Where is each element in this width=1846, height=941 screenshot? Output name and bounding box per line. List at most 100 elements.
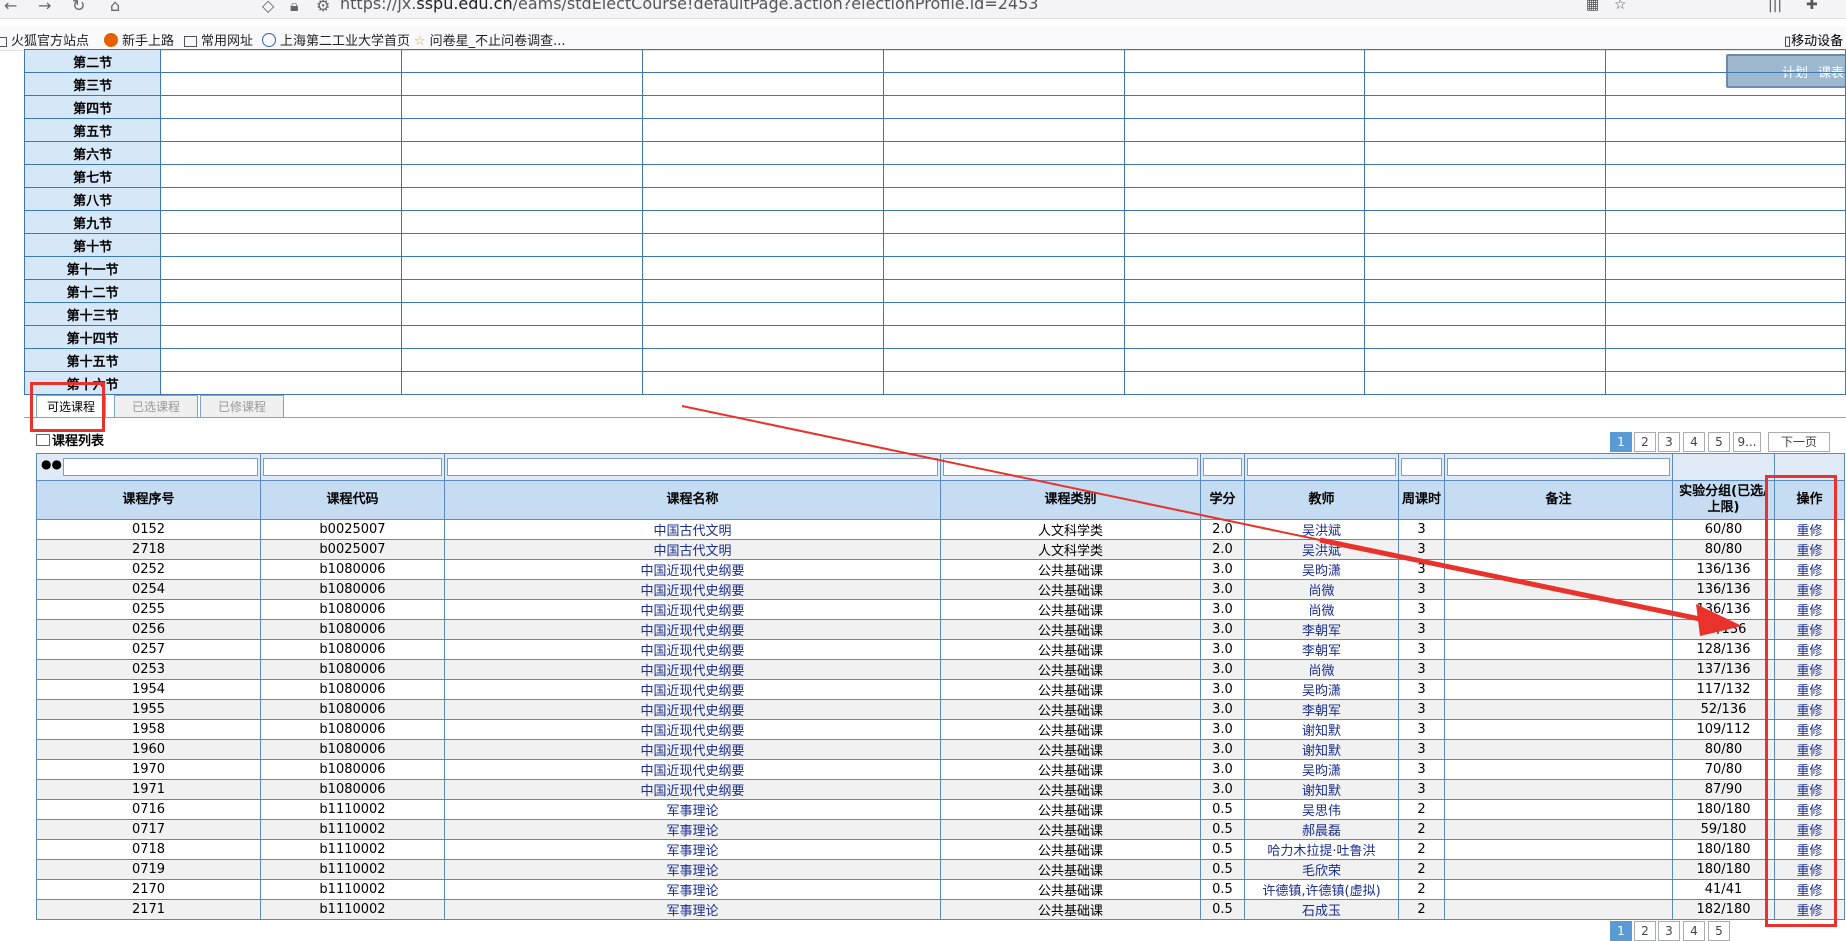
timetable-cell[interactable] bbox=[882, 279, 1125, 303]
timetable-cell[interactable] bbox=[1605, 279, 1846, 303]
library-icon[interactable]: ||| bbox=[1768, 0, 1782, 13]
col-header-name[interactable]: 课程名称 bbox=[444, 480, 941, 520]
filter-input-hours[interactable] bbox=[1401, 458, 1442, 476]
course-name-link[interactable]: 中国古代文明 bbox=[653, 524, 731, 539]
timetable-cell[interactable] bbox=[160, 302, 403, 326]
timetable-cell[interactable] bbox=[641, 325, 884, 349]
teacher-link[interactable]: 吴洪斌 bbox=[1302, 524, 1341, 539]
timetable-cell[interactable] bbox=[1364, 348, 1607, 372]
timetable-cell[interactable] bbox=[401, 325, 643, 349]
timetable-cell[interactable] bbox=[1123, 371, 1366, 395]
teacher-link[interactable]: 谢知默 bbox=[1302, 784, 1341, 799]
course-name-link[interactable]: 中国近现代史纲要 bbox=[640, 704, 744, 719]
reload-icon[interactable]: ↻ bbox=[72, 0, 85, 15]
teacher-link[interactable]: 尚微 bbox=[1308, 664, 1334, 679]
timetable-cell[interactable] bbox=[160, 187, 403, 211]
timetable-cell[interactable] bbox=[1605, 325, 1846, 349]
timetable-cell[interactable] bbox=[401, 187, 643, 211]
page-9[interactable]: 9... bbox=[1733, 432, 1761, 452]
filter-input-type[interactable] bbox=[943, 458, 1198, 476]
timetable-cell[interactable] bbox=[1605, 210, 1846, 234]
course-name-link[interactable]: 中国近现代史纲要 bbox=[640, 664, 744, 679]
timetable-cell[interactable] bbox=[1605, 49, 1846, 73]
timetable-cell[interactable] bbox=[641, 348, 884, 372]
filter-input-id[interactable] bbox=[63, 458, 258, 476]
col-header-id[interactable]: 课程序号 bbox=[36, 480, 261, 520]
teacher-link[interactable]: 吴昀潇 bbox=[1302, 684, 1341, 699]
timetable-cell[interactable] bbox=[1364, 233, 1607, 257]
timetable-cell[interactable] bbox=[641, 72, 884, 96]
timetable-cell[interactable] bbox=[1123, 118, 1366, 142]
filter-input-credit[interactable] bbox=[1203, 458, 1242, 476]
timetable-cell[interactable] bbox=[160, 279, 403, 303]
timetable-cell[interactable] bbox=[1364, 210, 1607, 234]
page-5-bottom[interactable]: 5 bbox=[1708, 921, 1730, 941]
course-name-link[interactable]: 中国近现代史纲要 bbox=[640, 764, 744, 779]
timetable-cell[interactable] bbox=[1364, 141, 1607, 165]
timetable-cell[interactable] bbox=[641, 210, 884, 234]
timetable-cell[interactable] bbox=[641, 279, 884, 303]
forward-icon[interactable]: → bbox=[38, 0, 51, 15]
timetable-cell[interactable] bbox=[401, 348, 643, 372]
course-name-link[interactable]: 中国近现代史纲要 bbox=[640, 624, 744, 639]
shield-icon[interactable]: ◇ bbox=[262, 0, 274, 15]
timetable-cell[interactable] bbox=[1364, 302, 1607, 326]
timetable-cell[interactable] bbox=[160, 72, 403, 96]
filter-input-remark[interactable] bbox=[1447, 458, 1670, 476]
timetable-cell[interactable] bbox=[641, 371, 884, 395]
timetable-cell[interactable] bbox=[401, 141, 643, 165]
teacher-link[interactable]: 郝晨磊 bbox=[1302, 824, 1341, 839]
page-3[interactable]: 3 bbox=[1658, 432, 1680, 452]
teacher-link[interactable]: 吴昀潇 bbox=[1302, 564, 1341, 579]
timetable-cell[interactable] bbox=[882, 233, 1125, 257]
timetable-cell[interactable] bbox=[160, 210, 403, 234]
extensions-icon[interactable]: ✚ bbox=[1806, 0, 1818, 13]
timetable-cell[interactable] bbox=[1123, 325, 1366, 349]
timetable-cell[interactable] bbox=[1364, 95, 1607, 119]
filter-input-code[interactable] bbox=[263, 458, 442, 476]
url-text[interactable]: https://jx.sspu.edu.cn/eams/stdElectCour… bbox=[340, 0, 1038, 13]
tab-completed-courses[interactable]: 已修课程 bbox=[200, 395, 284, 418]
teacher-link[interactable]: 毛欣荣 bbox=[1302, 864, 1341, 879]
col-header-remark[interactable]: 备注 bbox=[1444, 480, 1673, 520]
course-name-link[interactable]: 中国近现代史纲要 bbox=[640, 644, 744, 659]
col-header-lab-group[interactable]: 实验分组(已选/上限) bbox=[1672, 480, 1775, 520]
binoculars-icon[interactable]: ●● bbox=[41, 457, 62, 471]
timetable-cell[interactable] bbox=[882, 256, 1125, 280]
timetable-cell[interactable] bbox=[1123, 141, 1366, 165]
timetable-cell[interactable] bbox=[160, 256, 403, 280]
timetable-cell[interactable] bbox=[1605, 95, 1846, 119]
course-name-link[interactable]: 军事理论 bbox=[666, 884, 718, 899]
course-name-link[interactable]: 中国近现代史纲要 bbox=[640, 684, 744, 699]
teacher-link[interactable]: 石成玉 bbox=[1302, 904, 1341, 919]
teacher-link[interactable]: 吴昀潇 bbox=[1302, 764, 1341, 779]
timetable-cell[interactable] bbox=[401, 95, 643, 119]
timetable-cell[interactable] bbox=[641, 187, 884, 211]
teacher-link[interactable]: 哈力木拉提·吐鲁洪 bbox=[1267, 844, 1375, 859]
timetable-cell[interactable] bbox=[1123, 95, 1366, 119]
bookmark-firefox-site[interactable]: 火狐官方站点 bbox=[0, 30, 89, 49]
timetable-cell[interactable] bbox=[160, 49, 403, 73]
timetable-cell[interactable] bbox=[401, 118, 643, 142]
course-name-link[interactable]: 军事理论 bbox=[666, 904, 718, 919]
timetable-cell[interactable] bbox=[882, 141, 1125, 165]
timetable-cell[interactable] bbox=[882, 210, 1125, 234]
timetable-cell[interactable] bbox=[1123, 72, 1366, 96]
bookmark-sspu-home[interactable]: 上海第二工业大学首页 bbox=[262, 30, 410, 49]
timetable-cell[interactable] bbox=[1364, 49, 1607, 73]
timetable-cell[interactable] bbox=[1605, 187, 1846, 211]
bookmark-star-icon[interactable]: ☆ bbox=[1614, 0, 1627, 13]
timetable-cell[interactable] bbox=[1364, 256, 1607, 280]
timetable-cell[interactable] bbox=[1605, 256, 1846, 280]
teacher-link[interactable]: 谢知默 bbox=[1302, 724, 1341, 739]
timetable-cell[interactable] bbox=[641, 256, 884, 280]
home-icon[interactable]: ⌂ bbox=[110, 0, 120, 15]
timetable-cell[interactable] bbox=[160, 233, 403, 257]
timetable-cell[interactable] bbox=[882, 302, 1125, 326]
timetable-cell[interactable] bbox=[882, 371, 1125, 395]
timetable-cell[interactable] bbox=[1364, 164, 1607, 188]
timetable-cell[interactable] bbox=[1123, 256, 1366, 280]
timetable-cell[interactable] bbox=[1123, 49, 1366, 73]
filter-input-teacher[interactable] bbox=[1247, 458, 1396, 476]
teacher-link[interactable]: 尚微 bbox=[1308, 584, 1334, 599]
